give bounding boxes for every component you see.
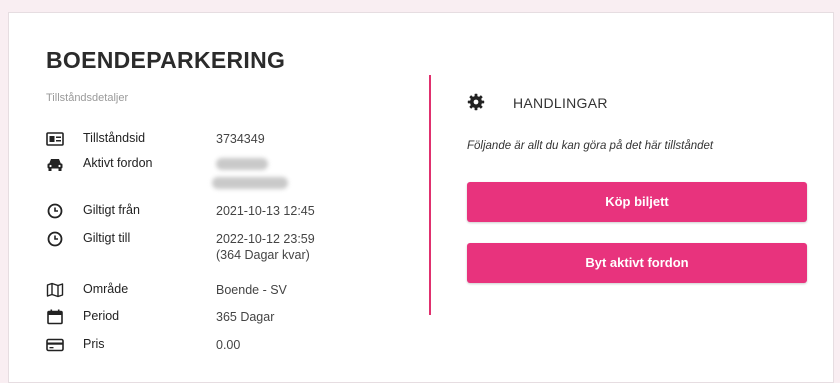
calendar-icon bbox=[47, 309, 63, 325]
detail-value: 3734349 bbox=[216, 132, 265, 146]
id-card-icon bbox=[46, 132, 64, 146]
page-title: BOENDEPARKERING bbox=[46, 47, 286, 73]
detail-value: 0.00 bbox=[216, 338, 241, 352]
detail-value-remaining: (364 Dagar kvar) bbox=[216, 248, 310, 262]
detail-label: Aktivt fordon bbox=[83, 156, 153, 170]
detail-label: Period bbox=[83, 309, 120, 323]
gear-icon bbox=[467, 93, 485, 111]
redacted-vehicle-plate bbox=[212, 177, 288, 189]
section-subtitle: Tillståndsdetaljer bbox=[46, 92, 129, 104]
actions-heading: HANDLINGAR bbox=[513, 95, 608, 111]
actions-description: Följande är allt du kan göra på det här … bbox=[467, 140, 714, 152]
detail-value: 2021-10-13 12:45 bbox=[216, 204, 315, 218]
detail-label: Giltigt från bbox=[83, 203, 140, 217]
detail-value: 365 Dagar bbox=[216, 310, 275, 324]
detail-value: 2022-10-12 23:59 bbox=[216, 232, 315, 246]
map-icon bbox=[46, 282, 64, 298]
section-divider bbox=[429, 75, 431, 315]
detail-label: Tillståndsid bbox=[83, 131, 146, 145]
redacted-vehicle-plate bbox=[216, 158, 268, 170]
buy-ticket-button[interactable]: Köp biljett bbox=[467, 182, 807, 222]
detail-value: Boende - SV bbox=[216, 283, 287, 297]
clock-icon bbox=[47, 231, 63, 247]
permit-card: BOENDEPARKERING Tillståndsdetaljer Tills… bbox=[8, 12, 834, 383]
car-icon bbox=[47, 159, 63, 171]
detail-label: Pris bbox=[83, 337, 105, 351]
change-vehicle-button[interactable]: Byt aktivt fordon bbox=[467, 243, 807, 283]
clock-icon bbox=[47, 203, 63, 219]
detail-label: Giltigt till bbox=[83, 231, 131, 245]
credit-card-icon bbox=[46, 338, 64, 352]
detail-label: Område bbox=[83, 282, 129, 296]
